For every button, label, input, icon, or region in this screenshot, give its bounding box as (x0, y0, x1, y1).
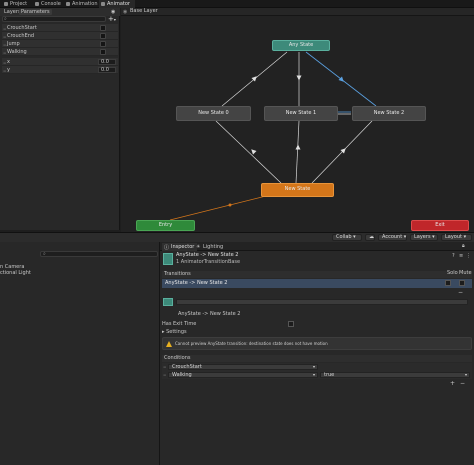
lock-icon[interactable]: 🔒︎ (462, 243, 465, 249)
layout-button[interactable]: Layout ▾ (441, 234, 472, 241)
transition-line[interactable] (215, 120, 282, 184)
state-label: New State 2 (373, 109, 405, 116)
solo-checkbox[interactable] (445, 280, 451, 286)
drag-handle-icon[interactable]: = (163, 372, 166, 377)
tab-inspector[interactable]: ⓘ Inspector (162, 243, 198, 251)
selected-transition-arrow (338, 76, 344, 82)
layout-label: Layout ▾ (445, 234, 467, 240)
collab-label: Collab ▾ (336, 234, 356, 240)
transitions-header: Transitions Solo Mute (162, 271, 472, 278)
collab-button[interactable]: Collab ▾ (332, 234, 362, 241)
info-icon: ⓘ (164, 245, 170, 251)
transition-icon (163, 253, 173, 265)
transition-line[interactable] (311, 120, 373, 184)
tab-inspector-label: Inspector (171, 244, 195, 250)
transition-arrow (340, 148, 346, 154)
transition-detail-icon (163, 298, 173, 306)
state-new-state-2[interactable]: New State 2 (352, 106, 426, 121)
search-icon: ⌕ (43, 251, 46, 257)
state-label: Entry (158, 221, 173, 228)
condition-value-dropdown[interactable]: true ▾ (320, 372, 470, 378)
entry-transition-line[interactable] (169, 194, 271, 221)
state-entry[interactable]: Entry (136, 220, 195, 231)
mute-label: Mute (459, 270, 472, 276)
drag-handle-icon[interactable]: = (163, 364, 166, 369)
has-exit-time-checkbox[interactable] (288, 321, 294, 327)
remove-transition-button[interactable]: − (458, 289, 463, 296)
chevron-down-icon: ▾ (312, 372, 315, 377)
inspector-tabs: ⓘ Inspector ☀ Lighting 🔒︎ (160, 242, 474, 251)
condition-param-dropdown[interactable]: Walking ▾ (168, 372, 318, 378)
preview-warning: Cannot preview AnyState transition: dest… (162, 337, 472, 350)
state-exit[interactable]: Exit (411, 220, 469, 231)
lightbulb-icon: ☀ (196, 244, 201, 250)
condition-param-dropdown[interactable]: CrouchStart ▾ (168, 364, 318, 370)
add-condition-button[interactable]: + (450, 380, 455, 387)
conditions-header-label: Conditions (164, 355, 191, 361)
cloud-button[interactable]: ☁ (365, 234, 375, 241)
state-label: Any State (288, 41, 314, 48)
transition-name-label: AnyState -> New State 2 (178, 311, 241, 317)
transition-list-item[interactable]: AnyState -> New State 2 (162, 279, 472, 288)
tab-lighting-label: Lighting (203, 244, 224, 250)
transition-arrow (251, 76, 257, 82)
hierarchy-search-input[interactable]: ⌕ (40, 251, 158, 257)
condition-value-label: true (324, 372, 335, 378)
transition-arrow (251, 149, 257, 155)
state-label: New State 1 (285, 109, 317, 116)
remove-condition-button[interactable]: − (460, 380, 465, 387)
transitions-header-label: Transitions (164, 271, 191, 277)
account-label: Account ▾ (382, 234, 407, 240)
tab-lighting[interactable]: ☀ Lighting (194, 243, 226, 251)
mute-checkbox[interactable] (459, 280, 465, 286)
state-new-state-0[interactable]: New State 0 (176, 106, 251, 121)
warning-text: Cannot preview AnyState transition: dest… (175, 341, 328, 346)
settings-foldout[interactable]: ▸ Settings (162, 330, 187, 335)
state-new-state-1[interactable]: New State 1 (264, 106, 338, 121)
condition-param-label: Walking (172, 372, 192, 378)
layers-label: Layers ▾ (414, 234, 435, 240)
layers-button[interactable]: Layers ▾ (410, 234, 438, 241)
has-exit-time-label: Has Exit Time (162, 321, 197, 327)
warning-icon (166, 341, 172, 347)
state-any-state[interactable]: Any State (272, 40, 330, 51)
transition-item-label: AnyState -> New State 2 (165, 280, 228, 286)
transition-name-field[interactable] (176, 299, 468, 305)
help-icon[interactable]: ? (452, 253, 455, 259)
state-label: New State 0 (198, 109, 229, 116)
cloud-icon: ☁ (369, 234, 374, 240)
inspector-title: AnyState -> New State 2 (176, 252, 239, 258)
conditions-header: Conditions (162, 355, 472, 362)
entry-transition-arrow (228, 203, 232, 207)
hierarchy-item-light[interactable]: ctional Light (0, 271, 31, 276)
state-new-state-default[interactable]: New State (261, 183, 334, 197)
condition-param-label: CrouchStart (172, 364, 202, 370)
more-options-icon[interactable]: ⋮ (466, 253, 471, 259)
chevron-down-icon: ▾ (464, 372, 467, 377)
chevron-down-icon: ▾ (312, 364, 315, 369)
account-button[interactable]: Account ▾ (378, 234, 407, 241)
transition-line[interactable] (295, 120, 300, 184)
presets-icon[interactable]: ≡ (459, 253, 463, 259)
state-label: Exit (435, 221, 445, 228)
state-label: New State (284, 186, 311, 192)
inspector-subtitle: 1 AnimatorTransitionBase (176, 259, 241, 265)
solo-label: Solo (447, 270, 458, 276)
